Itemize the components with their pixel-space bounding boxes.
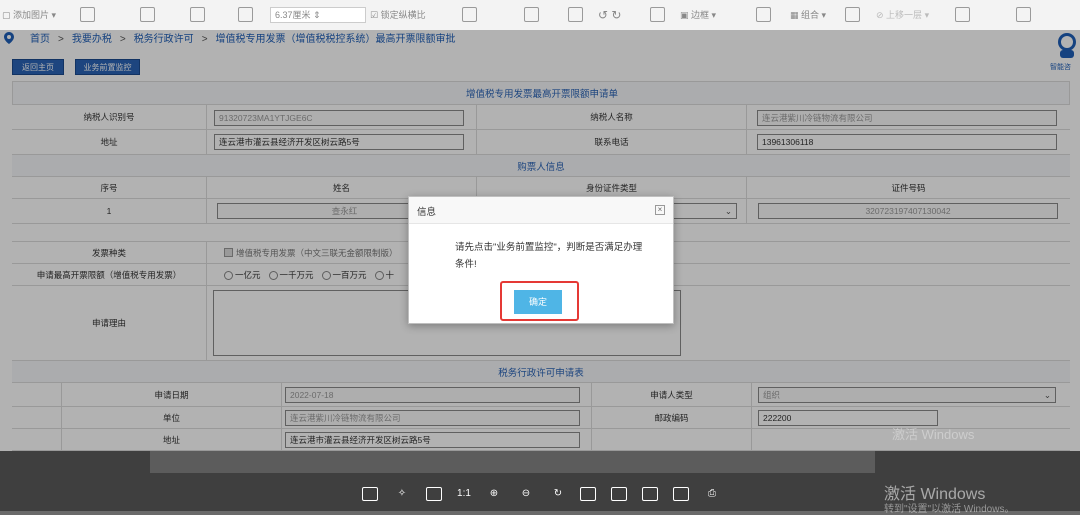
clear-icon[interactable]	[524, 7, 539, 22]
ocr-icon[interactable]	[611, 487, 627, 501]
align-icon[interactable]	[756, 7, 771, 22]
actual-size-icon[interactable]: 1:1	[455, 487, 473, 501]
close-icon[interactable]: ×	[655, 205, 665, 215]
move-up-label: 上移一层	[886, 10, 923, 20]
size-input[interactable]: 6.37厘米 ⇕	[270, 7, 366, 23]
combine-button[interactable]: ▦ 组合 ▾	[790, 8, 826, 22]
border-label: 边框	[691, 10, 710, 20]
image-editor-toolbar: ▢ 添加图片 ▾ 6.37厘米 ⇕ ☑ 锁定纵横比 ↺ ↻ ▣ 边框 ▾ ▦ 组…	[0, 0, 1080, 31]
translate-icon[interactable]	[642, 487, 658, 501]
rotate-icon[interactable]: ↻	[550, 487, 566, 501]
combine-label: 组合	[801, 10, 820, 20]
size-value: 6.37厘米	[275, 10, 311, 20]
save-icon[interactable]	[673, 487, 689, 501]
dialog-title: 信息	[417, 207, 437, 218]
preview-thumbnail	[150, 451, 875, 473]
fit-window-icon[interactable]	[362, 487, 378, 501]
print-icon[interactable]: ⎙	[704, 487, 720, 501]
zoom-in-icon[interactable]: ⊕	[486, 487, 502, 501]
windows-activation-hint: 转到"设置"以激活 Windows。	[884, 504, 1015, 515]
lock-ratio-checkbox[interactable]: ☑ 锁定纵横比	[370, 8, 426, 22]
add-image-button[interactable]: ▢ 添加图片 ▾	[2, 8, 56, 22]
dialog-title-bar: 信息 ×	[409, 197, 673, 224]
crop-icon[interactable]	[80, 7, 95, 22]
picture-icon[interactable]	[140, 7, 155, 22]
zoom-out-icon[interactable]: ⊖	[518, 487, 534, 501]
border-button[interactable]: ▣ 边框 ▾	[680, 8, 716, 22]
checkmark-icon[interactable]	[1016, 7, 1031, 22]
windows-watermark-faint: 激活 Windows	[892, 427, 975, 442]
highlight-box	[500, 281, 579, 321]
dialog-message: 请先点击"业务前置监控"，判断是否满足办理条件!	[455, 242, 643, 270]
effects-icon[interactable]	[650, 7, 665, 22]
edit-image-icon[interactable]	[426, 487, 442, 501]
magic-icon[interactable]: ✧	[394, 487, 410, 501]
compress-icon[interactable]	[462, 7, 477, 22]
lock-ratio-label: 锁定纵横比	[380, 10, 426, 20]
rotate-icon[interactable]	[238, 7, 253, 22]
select-icon[interactable]	[955, 7, 970, 22]
crop-icon[interactable]	[580, 487, 596, 501]
edit-icon[interactable]	[568, 7, 583, 22]
rotate-left-icon[interactable]: ↺ ↻	[598, 8, 621, 22]
split-icon[interactable]	[190, 7, 205, 22]
move-up-button[interactable]: ⊘ 上移一层 ▾	[876, 8, 929, 22]
add-image-label: 添加图片	[13, 10, 50, 20]
arrange-icon[interactable]	[845, 7, 860, 22]
